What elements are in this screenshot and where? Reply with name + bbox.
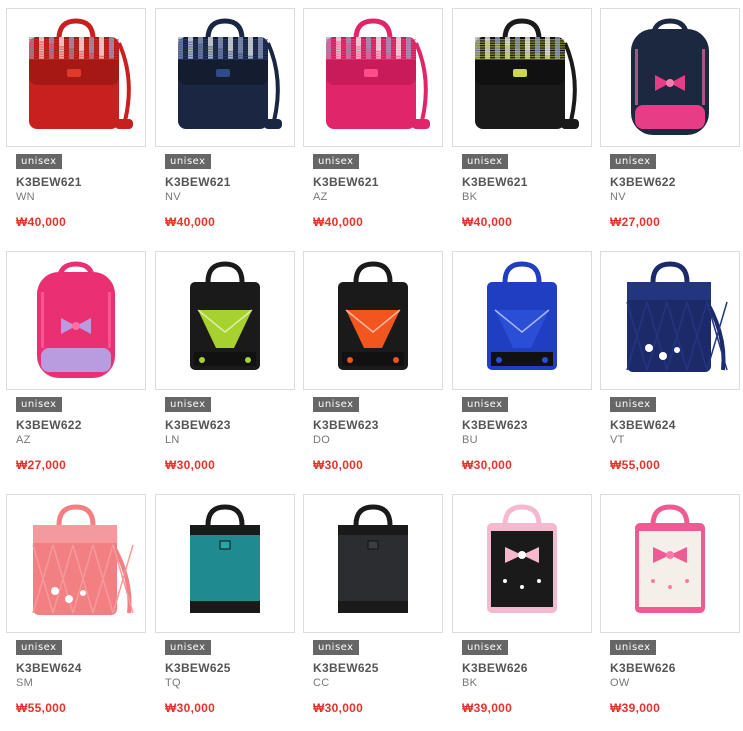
product-card[interactable]: unisex K3BEW625 TQ ₩30,000 (155, 494, 295, 724)
product-card[interactable]: unisex K3BEW621 AZ ₩40,000 (303, 8, 443, 238)
product-card[interactable]: unisex K3BEW622 AZ ₩27,000 (6, 251, 146, 481)
product-card[interactable]: unisex K3BEW625 CC ₩30,000 (303, 494, 443, 724)
product-color-code: VT (610, 434, 625, 446)
product-color-code: BK (462, 677, 478, 689)
unisex-badge: unisex (165, 154, 211, 169)
unisex-badge: unisex (165, 640, 211, 655)
product-card[interactable]: unisex K3BEW621 WN ₩40,000 (6, 8, 146, 238)
product-card[interactable]: unisex K3BEW624 SM ₩55,000 (6, 494, 146, 724)
product-card[interactable]: unisex K3BEW622 NV ₩27,000 (600, 8, 740, 238)
product-card[interactable]: unisex K3BEW621 BK ₩40,000 (452, 8, 592, 238)
product-image[interactable] (6, 8, 146, 147)
product-code[interactable]: K3BEW623 (313, 418, 379, 432)
product-price: ₩27,000 (16, 458, 67, 472)
product-card[interactable]: unisex K3BEW623 DO ₩30,000 (303, 251, 443, 481)
unisex-badge: unisex (313, 154, 359, 169)
unisex-badge: unisex (610, 397, 656, 412)
unisex-badge: unisex (16, 640, 62, 655)
product-price: ₩40,000 (462, 215, 513, 229)
unisex-badge: unisex (16, 397, 62, 412)
unisex-badge: unisex (313, 397, 359, 412)
product-image[interactable] (6, 494, 146, 633)
product-code[interactable]: K3BEW621 (16, 175, 82, 189)
product-image[interactable] (155, 251, 295, 390)
product-price: ₩39,000 (610, 701, 661, 715)
product-price: ₩40,000 (16, 215, 67, 229)
unisex-badge: unisex (462, 154, 508, 169)
product-code[interactable]: K3BEW624 (16, 661, 82, 675)
unisex-badge: unisex (16, 154, 62, 169)
product-code[interactable]: K3BEW621 (462, 175, 528, 189)
product-color-code: SM (16, 677, 34, 689)
product-card[interactable]: unisex K3BEW621 NV ₩40,000 (155, 8, 295, 238)
product-color-code: WN (16, 191, 35, 203)
product-card[interactable]: unisex K3BEW626 BK ₩39,000 (452, 494, 592, 724)
product-image[interactable] (155, 494, 295, 633)
product-color-code: AZ (16, 434, 31, 446)
product-code[interactable]: K3BEW623 (462, 418, 528, 432)
unisex-badge: unisex (165, 397, 211, 412)
product-price: ₩55,000 (16, 701, 67, 715)
product-code[interactable]: K3BEW622 (610, 175, 676, 189)
unisex-badge: unisex (610, 640, 656, 655)
unisex-badge: unisex (462, 640, 508, 655)
product-price: ₩30,000 (462, 458, 513, 472)
product-color-code: BU (462, 434, 478, 446)
product-image[interactable] (600, 494, 740, 633)
product-price: ₩30,000 (165, 458, 216, 472)
product-card[interactable]: unisex K3BEW626 OW ₩39,000 (600, 494, 740, 724)
product-code[interactable]: K3BEW622 (16, 418, 82, 432)
unisex-badge: unisex (610, 154, 656, 169)
product-image[interactable] (452, 8, 592, 147)
product-price: ₩27,000 (610, 215, 661, 229)
unisex-badge: unisex (462, 397, 508, 412)
product-code[interactable]: K3BEW626 (610, 661, 676, 675)
product-color-code: BK (462, 191, 478, 203)
product-image[interactable] (303, 8, 443, 147)
product-image[interactable] (600, 251, 740, 390)
product-color-code: CC (313, 677, 330, 689)
product-image[interactable] (303, 251, 443, 390)
product-price: ₩40,000 (313, 215, 364, 229)
product-code[interactable]: K3BEW621 (313, 175, 379, 189)
product-color-code: OW (610, 677, 630, 689)
product-card[interactable]: unisex K3BEW624 VT ₩55,000 (600, 251, 740, 481)
unisex-badge: unisex (313, 640, 359, 655)
product-color-code: NV (610, 191, 626, 203)
product-image[interactable] (452, 494, 592, 633)
product-price: ₩39,000 (462, 701, 513, 715)
product-color-code: TQ (165, 677, 181, 689)
product-code[interactable]: K3BEW623 (165, 418, 231, 432)
product-image[interactable] (600, 8, 740, 147)
product-card[interactable]: unisex K3BEW623 BU ₩30,000 (452, 251, 592, 481)
product-price: ₩30,000 (313, 701, 364, 715)
product-color-code: LN (165, 434, 180, 446)
product-price: ₩40,000 (165, 215, 216, 229)
product-price: ₩55,000 (610, 458, 661, 472)
product-code[interactable]: K3BEW626 (462, 661, 528, 675)
product-color-code: NV (165, 191, 181, 203)
product-code[interactable]: K3BEW621 (165, 175, 231, 189)
product-price: ₩30,000 (165, 701, 216, 715)
product-image[interactable] (303, 494, 443, 633)
product-card[interactable]: unisex K3BEW623 LN ₩30,000 (155, 251, 295, 481)
product-code[interactable]: K3BEW625 (165, 661, 231, 675)
product-code[interactable]: K3BEW625 (313, 661, 379, 675)
product-color-code: AZ (313, 191, 328, 203)
product-code[interactable]: K3BEW624 (610, 418, 676, 432)
product-image[interactable] (452, 251, 592, 390)
product-image[interactable] (155, 8, 295, 147)
product-color-code: DO (313, 434, 331, 446)
product-image[interactable] (6, 251, 146, 390)
product-price: ₩30,000 (313, 458, 364, 472)
